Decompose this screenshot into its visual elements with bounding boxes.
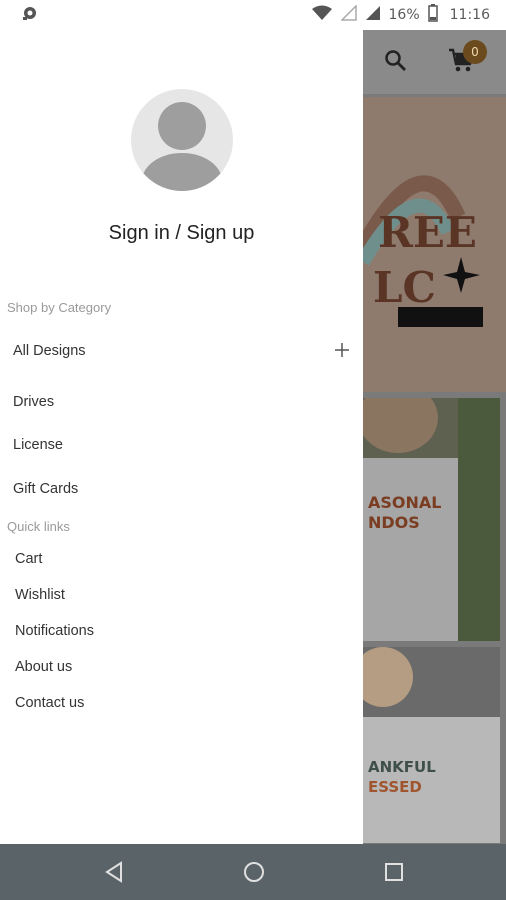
- sign-in-link[interactable]: Sign in / Sign up: [0, 222, 363, 245]
- category-drives[interactable]: Drives: [13, 394, 54, 410]
- signal-icon: [365, 5, 381, 25]
- home-icon[interactable]: [242, 860, 266, 888]
- status-bar: 16% 11:16: [0, 0, 506, 30]
- expand-plus-icon[interactable]: [334, 342, 350, 358]
- back-icon[interactable]: [103, 860, 125, 888]
- avatar[interactable]: [131, 89, 233, 191]
- product-photo[interactable]: ANKFUL ESSED: [363, 647, 500, 843]
- svg-text:ANKFUL: ANKFUL: [368, 758, 436, 776]
- category-all-designs[interactable]: All Designs: [13, 343, 86, 359]
- system-navigation-bar: [0, 844, 506, 900]
- search-icon[interactable]: [383, 48, 407, 76]
- svg-text:NDOS: NDOS: [368, 513, 420, 532]
- notification-icon: [20, 4, 40, 26]
- svg-text:LC: LC: [373, 263, 436, 312]
- battery-percent: 16%: [388, 7, 420, 23]
- category-license[interactable]: License: [13, 437, 63, 453]
- shop-by-category-label: Shop by Category: [7, 300, 112, 315]
- svg-text:ESSED: ESSED: [368, 778, 422, 796]
- quick-link-about-us[interactable]: About us: [15, 659, 72, 675]
- app-header: 0: [363, 30, 506, 94]
- quick-link-cart[interactable]: Cart: [15, 551, 42, 567]
- svg-text:REE: REE: [378, 208, 477, 257]
- quick-links-label: Quick links: [7, 519, 70, 534]
- quick-link-contact-us[interactable]: Contact us: [15, 695, 84, 711]
- battery-icon: [427, 4, 438, 26]
- quick-link-wishlist[interactable]: Wishlist: [15, 587, 65, 603]
- product-photo[interactable]: ASONAL NDOS: [363, 398, 500, 641]
- navigation-drawer: Sign in / Sign up Shop by Category All D…: [0, 30, 363, 844]
- svg-text:ASONAL: ASONAL: [368, 493, 441, 512]
- category-gift-cards[interactable]: Gift Cards: [13, 481, 78, 497]
- banner-image[interactable]: REE LC: [363, 97, 506, 392]
- cart-count-badge: 0: [463, 40, 487, 64]
- recents-icon[interactable]: [383, 860, 405, 888]
- wifi-icon: [311, 5, 333, 25]
- quick-link-notifications[interactable]: Notifications: [15, 623, 94, 639]
- clock: 11:16: [449, 7, 490, 23]
- signal-empty-icon: [339, 4, 357, 25]
